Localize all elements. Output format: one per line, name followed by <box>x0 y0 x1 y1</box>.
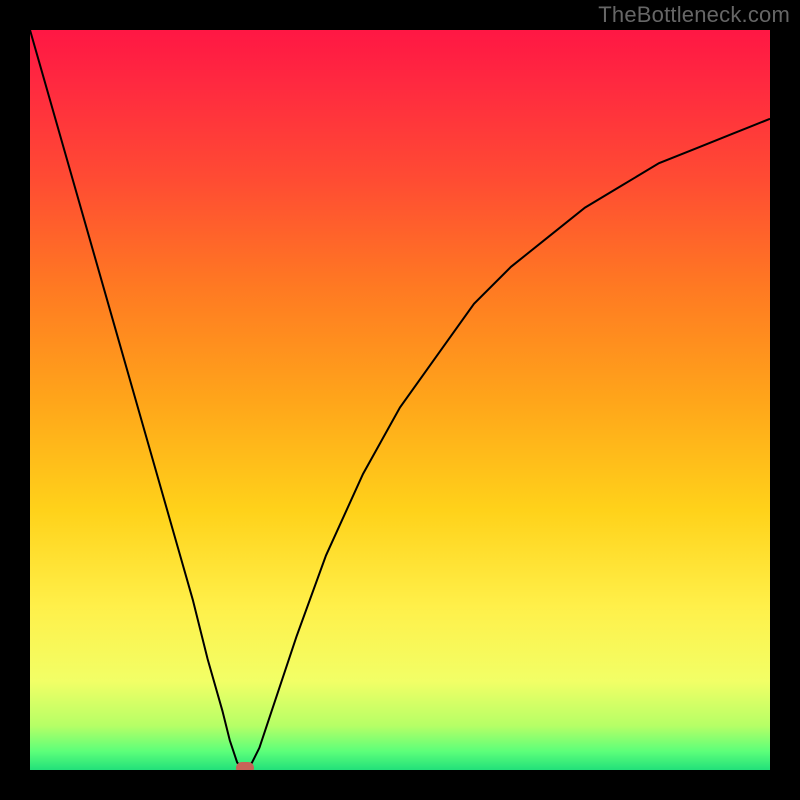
bottleneck-curve <box>30 30 770 770</box>
chart-frame: TheBottleneck.com <box>0 0 800 800</box>
plot-area <box>30 30 770 770</box>
watermark-text: TheBottleneck.com <box>598 2 790 28</box>
optimal-marker <box>236 762 254 770</box>
